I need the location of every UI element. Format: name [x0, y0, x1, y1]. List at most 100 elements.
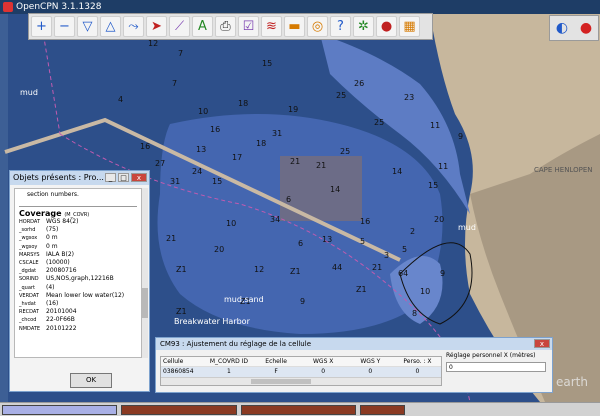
depth-sounding: 18: [256, 139, 266, 148]
measure-button[interactable]: ⟋: [169, 16, 190, 37]
attribute-value: 0 m: [46, 242, 58, 250]
depth-sounding: 11: [430, 121, 440, 130]
offset-x-input[interactable]: 0: [446, 362, 546, 372]
depth-sounding: 14: [330, 185, 340, 194]
attribute-row: _quart (4): [15, 284, 141, 292]
attribute-key: RECDAT: [19, 309, 39, 316]
depth-sounding: 21: [290, 157, 300, 166]
column-header[interactable]: WGS X: [300, 357, 347, 366]
print-icon: ⎙: [220, 19, 231, 34]
attribute-row: _wgsoy 0 m: [15, 243, 141, 251]
text-button[interactable]: A: [192, 16, 213, 37]
objects-title: Objets présents : Pro...: [13, 173, 104, 182]
depth-sounding: 18: [238, 99, 248, 108]
depth-sounding: 16: [360, 217, 370, 226]
plugin-3-button[interactable]: ▦: [399, 16, 420, 37]
minimize-button[interactable]: _: [105, 173, 116, 182]
attribute-key: _quart: [19, 284, 35, 291]
depth-sounding: 13: [196, 145, 206, 154]
own-ship-icon: ➤: [151, 19, 162, 34]
attribute-value: IALA B(2): [46, 250, 74, 258]
scroll-thumb[interactable]: [251, 379, 311, 384]
close-button[interactable]: x: [131, 173, 147, 182]
cell-table: Cellule M_COVRD ID Echelle WGS X WGS Y Perso.…: [160, 356, 442, 386]
depth-sounding: 26: [354, 79, 364, 88]
scale-in-icon: ▽: [82, 19, 93, 34]
column-header[interactable]: WGS Y: [347, 357, 394, 366]
attribute-row: RECDAT 20101004: [15, 308, 141, 316]
attribute-value: Mean lower low water(12): [46, 291, 125, 299]
depth-sounding: 44: [332, 263, 342, 272]
compass-widget[interactable]: ◐ ●: [549, 15, 599, 41]
attribute-key: MARSYS: [19, 251, 40, 258]
attribute-key: _wgsox: [19, 235, 38, 242]
table-row[interactable]: 03860854 1 F 0 0 0: [161, 367, 441, 377]
depth-sounding: 31: [272, 129, 282, 138]
ok-button[interactable]: OK: [70, 373, 112, 388]
column-header[interactable]: Echelle: [253, 357, 300, 366]
depth-sounding: 15: [428, 181, 438, 190]
depth-sounding: Z1: [290, 267, 301, 276]
attribute-row: MARSYS IALA B(2): [15, 251, 141, 259]
table-hscrollbar[interactable]: [161, 377, 441, 385]
cm93-title-bar[interactable]: CM93 : Ajustement du réglage de la cellu…: [156, 338, 552, 350]
scale-out-button[interactable]: △: [100, 16, 121, 37]
column-header[interactable]: Perso. : X: [394, 357, 441, 366]
own-ship-button[interactable]: ➤: [146, 16, 167, 37]
depth-sounding: Z1: [356, 285, 367, 294]
attribute-value: 20080716: [46, 267, 77, 275]
print-button[interactable]: ⎙: [215, 16, 236, 37]
scale-in-button[interactable]: ▽: [77, 16, 98, 37]
route-button[interactable]: ⤳: [123, 16, 144, 37]
close-button[interactable]: x: [534, 339, 550, 348]
depth-sounding: 9: [458, 132, 463, 141]
color-scheme-button[interactable]: ▬: [284, 16, 305, 37]
attribute-key: SORIND: [19, 276, 39, 283]
depth-sounding: 7: [178, 49, 183, 58]
status-segment: [2, 405, 117, 415]
depth-sounding: 25: [336, 91, 346, 100]
objects-scrollbar[interactable]: [142, 188, 148, 358]
depth-sounding: 34: [270, 215, 280, 224]
attribute-row: SORIND US,NOS,graph,12216B: [15, 275, 141, 283]
status-segment: [241, 405, 356, 415]
attribute-value: 0 m: [46, 234, 58, 242]
column-header[interactable]: M_COVRD ID: [205, 357, 252, 366]
route-manager-button[interactable]: ☑: [238, 16, 259, 37]
section-text: section numbers.: [27, 191, 79, 198]
maximize-button[interactable]: □: [118, 173, 129, 182]
attribute-value: (4): [46, 283, 55, 291]
status-segment: [360, 405, 405, 415]
color-scheme-icon: ▬: [288, 19, 301, 34]
depth-sounding: 64: [398, 269, 408, 278]
depth-sounding: 19: [288, 105, 298, 114]
map-label: mud: [458, 223, 476, 232]
attribute-value: (16): [46, 300, 59, 308]
plugin-2-button[interactable]: ●: [376, 16, 397, 37]
depth-sounding: 15: [262, 59, 272, 68]
help-button[interactable]: ?: [330, 16, 351, 37]
zoom-out-button[interactable]: −: [54, 16, 75, 37]
attribute-value: (75): [46, 226, 59, 234]
depth-sounding: 7: [172, 79, 177, 88]
zoom-in-button[interactable]: +: [31, 16, 52, 37]
depth-sounding: 25: [374, 118, 384, 127]
column-header[interactable]: Cellule: [161, 357, 205, 366]
plugin-1-button[interactable]: ✲: [353, 16, 374, 37]
north-up-icon[interactable]: ◐: [556, 20, 568, 36]
map-label: mud,sand: [224, 295, 264, 304]
depth-sounding: 20: [214, 245, 224, 254]
attribute-value: 20101222: [46, 324, 77, 332]
track-button[interactable]: ≋: [261, 16, 282, 37]
attribute-key: NMDATE: [19, 325, 41, 332]
mob-icon: ◎: [311, 19, 324, 34]
depth-sounding: 5: [360, 237, 365, 246]
mob-button[interactable]: ◎: [307, 16, 328, 37]
scroll-thumb[interactable]: [142, 288, 148, 318]
depth-sounding: 10: [198, 107, 208, 116]
objects-title-bar[interactable]: Objets présents : Pro... _ □ x: [10, 171, 149, 185]
status-segment: [121, 405, 237, 415]
attribute-key: _dgdat: [19, 268, 37, 275]
depth-sounding: Z1: [176, 265, 187, 274]
map-label: mud: [20, 88, 38, 97]
